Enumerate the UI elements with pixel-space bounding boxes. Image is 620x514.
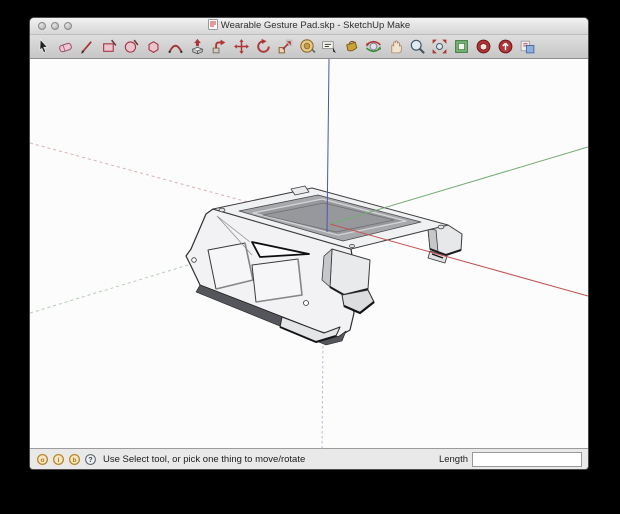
blue-axis-negative bbox=[321, 335, 324, 451]
svg-text:o: o bbox=[41, 456, 45, 463]
red-axis-negative bbox=[30, 142, 249, 203]
gesture-pad-model[interactable] bbox=[185, 185, 463, 346]
license-badge-icon[interactable]: b bbox=[68, 453, 81, 466]
tool-circle[interactable] bbox=[123, 38, 140, 55]
title-bar[interactable]: Wearable Gesture Pad.skp - SketchUp Make bbox=[30, 18, 588, 35]
credit-badge-icon[interactable]: i bbox=[52, 453, 65, 466]
statusbar: o i b? Use Select tool, or pick one thing … bbox=[30, 448, 588, 469]
near-foot-face bbox=[329, 248, 371, 296]
geolocation-badge-icon[interactable]: o bbox=[36, 453, 49, 466]
tool-component[interactable] bbox=[453, 38, 470, 55]
green-axis-negative bbox=[30, 264, 189, 314]
svg-text:b: b bbox=[73, 456, 77, 463]
help-icon[interactable]: ? bbox=[84, 453, 97, 466]
green-axis bbox=[329, 146, 588, 225]
window-title-text: Wearable Gesture Pad.skp - SketchUp Make bbox=[220, 20, 411, 31]
tool-rectangle[interactable] bbox=[101, 38, 118, 55]
ring-screw-hole-left bbox=[218, 207, 226, 213]
tool-scale[interactable] bbox=[277, 38, 294, 55]
tool-paint-bucket[interactable] bbox=[343, 38, 360, 55]
tool-rotate[interactable] bbox=[255, 38, 272, 55]
ring-screw-hole-near bbox=[349, 244, 355, 248]
toolbar bbox=[30, 35, 588, 59]
tool-tape-measure[interactable] bbox=[299, 38, 316, 55]
svg-text:i: i bbox=[58, 456, 60, 463]
tool-zoom[interactable] bbox=[409, 38, 426, 55]
window-title: Wearable Gesture Pad.skp - SketchUp Make bbox=[30, 18, 588, 34]
tool-orbit[interactable] bbox=[365, 38, 382, 55]
document-icon bbox=[207, 19, 221, 31]
svg-text:?: ? bbox=[88, 455, 93, 464]
tool-push-pull[interactable] bbox=[189, 38, 206, 55]
ring-screw-hole-right bbox=[437, 224, 445, 230]
statusbar-icons: o i b? bbox=[36, 453, 97, 466]
tool-get-models[interactable] bbox=[475, 38, 492, 55]
plate-screw-hole-left bbox=[191, 257, 197, 263]
tool-eraser[interactable] bbox=[57, 38, 74, 55]
length-input[interactable] bbox=[472, 451, 582, 467]
tool-follow-me[interactable] bbox=[211, 38, 228, 55]
tool-send-to-layout[interactable] bbox=[519, 38, 536, 55]
viewport-canvas[interactable] bbox=[30, 59, 589, 451]
tool-zoom-extents[interactable] bbox=[431, 38, 448, 55]
tool-share-model[interactable] bbox=[497, 38, 514, 55]
tool-select[interactable] bbox=[35, 38, 52, 55]
tool-pan[interactable] bbox=[387, 38, 404, 55]
tool-move[interactable] bbox=[233, 38, 250, 55]
status-message: Use Select tool, or pick one thing to mo… bbox=[103, 453, 306, 465]
length-label: Length bbox=[438, 453, 468, 465]
viewport[interactable] bbox=[30, 59, 589, 451]
tool-polygon[interactable] bbox=[145, 38, 162, 55]
tool-line[interactable] bbox=[79, 38, 96, 55]
tool-text[interactable] bbox=[321, 38, 338, 55]
plate-screw-hole-right bbox=[303, 300, 309, 306]
tool-arc[interactable] bbox=[167, 38, 184, 55]
sketchup-window: Wearable Gesture Pad.skp - SketchUp Make bbox=[29, 17, 589, 470]
